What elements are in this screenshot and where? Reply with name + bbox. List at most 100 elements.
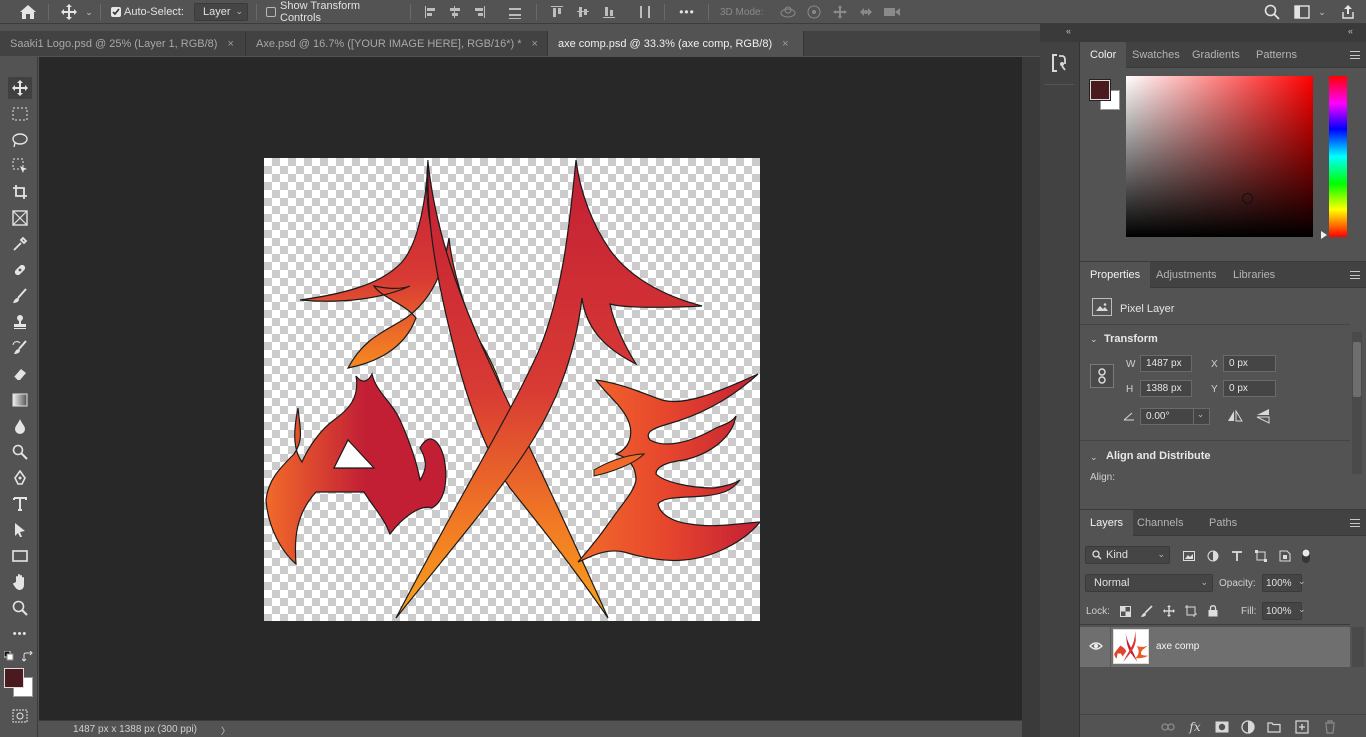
lock-transparent-pixels-icon[interactable] (1118, 604, 1132, 618)
width-field[interactable]: 1487 px (1140, 355, 1192, 372)
fill-field[interactable]: 100% (1262, 602, 1302, 620)
workspace-chevron-icon[interactable]: ⌄ (1316, 2, 1328, 22)
doc-tab-axe-comp[interactable]: axe comp.psd @ 33.3% (axe comp, RGB/8) × (548, 31, 804, 56)
filter-shape-icon[interactable] (1254, 549, 1268, 563)
x-field[interactable]: 0 px (1223, 355, 1276, 372)
foreground-color-swatch[interactable] (4, 668, 24, 688)
align-left-edges-icon[interactable] (422, 2, 440, 22)
chevron-down-icon[interactable]: ⌄ (1193, 409, 1207, 424)
orbit-3d-icon[interactable] (778, 2, 798, 22)
dodge-tool-icon[interactable] (8, 441, 32, 463)
link-layers-icon[interactable] (1160, 720, 1176, 734)
layer-name[interactable]: axe comp (1156, 641, 1199, 652)
path-selection-tool-icon[interactable] (8, 519, 32, 541)
properties-scrollbar[interactable] (1352, 332, 1362, 474)
swap-colors-icon[interactable] (22, 651, 34, 663)
tab-gradients[interactable]: Gradients (1182, 42, 1250, 68)
align-horizontal-centers-icon[interactable] (446, 2, 464, 22)
filter-smart-object-icon[interactable] (1278, 549, 1292, 563)
angle-field[interactable]: 0.00° ⌄ (1140, 408, 1210, 425)
blend-mode-dropdown[interactable]: Normal ⌄ (1085, 574, 1213, 592)
frame-tool-icon[interactable] (8, 207, 32, 229)
search-icon[interactable] (1262, 2, 1282, 22)
slide-3d-icon[interactable] (856, 2, 876, 22)
opacity-field[interactable]: 100% (1262, 574, 1302, 592)
document-canvas[interactable] (264, 158, 760, 621)
layer-row[interactable]: axe comp (1080, 627, 1350, 667)
delete-layer-icon[interactable] (1322, 719, 1338, 735)
lock-image-pixels-icon[interactable] (1140, 604, 1154, 618)
workspace-icon[interactable] (1292, 2, 1312, 22)
lock-artboard-icon[interactable] (1184, 604, 1198, 618)
lock-all-icon[interactable] (1206, 604, 1220, 618)
move-tool-icon[interactable] (8, 77, 32, 99)
move-tool-icon[interactable] (58, 2, 80, 22)
filter-toggle-icon[interactable] (1298, 547, 1314, 565)
panel-menu-icon[interactable] (1350, 51, 1360, 59)
fx-icon[interactable]: fx (1187, 719, 1203, 735)
close-icon[interactable]: × (782, 38, 788, 50)
history-panel-icon[interactable] (1050, 52, 1068, 74)
color-field[interactable] (1126, 76, 1313, 237)
zoom-tool-icon[interactable] (8, 597, 32, 619)
pen-tool-icon[interactable] (8, 467, 32, 489)
close-icon[interactable]: × (531, 38, 537, 50)
hue-slider[interactable] (1329, 76, 1347, 237)
edit-toolbar-icon[interactable]: ••• (8, 623, 32, 645)
tab-adjustments[interactable]: Adjustments (1146, 262, 1227, 288)
tab-properties[interactable]: Properties (1080, 262, 1151, 288)
doc-tab-saaki1-logo[interactable]: Saaki1 Logo.psd @ 25% (Layer 1, RGB/8) × (0, 31, 246, 56)
hue-slider-handle[interactable] (1321, 231, 1327, 239)
canvas-vertical-scrollbar[interactable] (1022, 57, 1040, 737)
tab-libraries[interactable]: Libraries (1223, 262, 1285, 288)
align-chevron-icon[interactable]: ⌄ (1090, 452, 1098, 463)
flip-vertical-icon[interactable] (1254, 408, 1272, 424)
align-vertical-icon[interactable] (506, 2, 524, 22)
show-transform-checkbox[interactable] (265, 2, 277, 22)
transform-chevron-icon[interactable]: ⌄ (1090, 334, 1098, 345)
type-tool-icon[interactable] (8, 493, 32, 515)
quick-mask-icon[interactable] (8, 705, 32, 727)
add-mask-icon[interactable] (1214, 719, 1230, 735)
panel-menu-icon[interactable] (1350, 271, 1360, 279)
y-field[interactable]: 0 px (1223, 380, 1276, 397)
crop-tool-icon[interactable] (8, 181, 32, 203)
eye-icon[interactable] (1088, 639, 1104, 653)
filter-adjustment-icon[interactable] (1206, 549, 1220, 563)
brush-tool-icon[interactable] (8, 285, 32, 307)
history-brush-tool-icon[interactable] (8, 337, 32, 359)
status-menu-arrow-icon[interactable]: 〉 (221, 724, 230, 737)
canvas-workspace[interactable] (39, 57, 1022, 720)
opacity-chevron-icon[interactable]: ⌄ (1298, 576, 1306, 587)
pan-3d-icon[interactable] (830, 2, 850, 22)
align-vertical-centers-icon[interactable] (574, 2, 592, 22)
tab-swatches[interactable]: Swatches (1122, 42, 1190, 68)
close-icon[interactable]: × (227, 38, 233, 50)
filter-pixel-icon[interactable] (1182, 549, 1196, 563)
align-bottom-edges-icon[interactable] (600, 2, 618, 22)
eraser-tool-icon[interactable] (8, 363, 32, 385)
auto-select-target-dropdown[interactable]: Layer ⌄ (194, 3, 248, 21)
height-field[interactable]: 1388 px (1140, 380, 1192, 397)
document-info[interactable]: 1487 px x 1388 px (300 ppi) (73, 724, 197, 735)
color-picker-ring[interactable] (1242, 193, 1253, 204)
distribute-icon[interactable] (636, 2, 654, 22)
tab-paths[interactable]: Paths (1199, 510, 1247, 536)
new-group-icon[interactable] (1266, 719, 1282, 735)
share-icon[interactable] (1338, 2, 1358, 22)
collapse-dock-icon[interactable]: « (1066, 26, 1071, 36)
lasso-tool-icon[interactable] (8, 129, 32, 151)
hand-tool-icon[interactable] (8, 571, 32, 593)
properties-scrollbar-thumb[interactable] (1353, 342, 1361, 397)
align-top-edges-icon[interactable] (548, 2, 566, 22)
marquee-tool-icon[interactable] (8, 103, 32, 125)
doc-tab-axe[interactable]: Axe.psd @ 16.7% ([YOUR IMAGE HERE], RGB/… (246, 31, 548, 56)
collapse-panels-icon[interactable]: « (1348, 26, 1353, 36)
gradient-tool-icon[interactable] (8, 389, 32, 411)
default-colors-icon[interactable] (4, 651, 14, 661)
eyedropper-tool-icon[interactable] (8, 233, 32, 255)
video-3d-icon[interactable] (882, 2, 902, 22)
home-icon[interactable] (16, 2, 40, 22)
healing-brush-tool-icon[interactable] (8, 259, 32, 281)
tab-layers[interactable]: Layers (1080, 510, 1134, 536)
